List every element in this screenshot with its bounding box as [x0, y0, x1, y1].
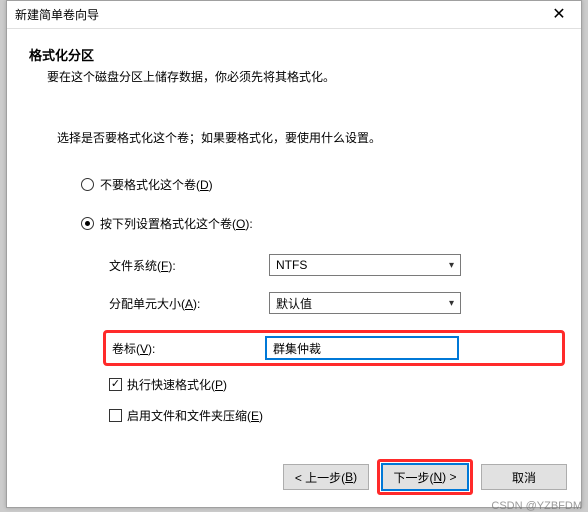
- chevron-down-icon: ▾: [449, 298, 454, 309]
- quick-format-label: 执行快速格式化(P): [127, 376, 227, 393]
- format-settings: 文件系统(F): NTFS ▾ 分配单元大小(A): 默认值 ▾: [109, 254, 559, 424]
- radio-format[interactable]: 按下列设置格式化这个卷(O):: [81, 215, 559, 232]
- chevron-down-icon: ▾: [449, 260, 454, 271]
- filesystem-select[interactable]: NTFS ▾: [269, 254, 461, 276]
- volume-label-value: 群集仲裁: [273, 340, 321, 357]
- window-title: 新建简单卷向导: [15, 6, 99, 23]
- footer-buttons: < 上一步(B) 下一步(N) > 取消: [283, 459, 567, 495]
- radio-icon: [81, 178, 94, 191]
- filesystem-label: 文件系统(F):: [109, 257, 269, 274]
- content-area: 格式化分区 要在这个磁盘分区上储存数据，你必须先将其格式化。 选择是否要格式化这…: [7, 29, 581, 446]
- close-icon[interactable]: ✕: [539, 1, 579, 29]
- wizard-window: 新建简单卷向导 ✕ 格式化分区 要在这个磁盘分区上储存数据，你必须先将其格式化。…: [6, 0, 582, 508]
- alloc-label: 分配单元大小(A):: [109, 295, 269, 312]
- row-filesystem: 文件系统(F): NTFS ▾: [109, 254, 559, 276]
- volume-label-label: 卷标(V):: [106, 340, 266, 357]
- radio-no-format[interactable]: 不要格式化这个卷(D): [81, 176, 559, 193]
- filesystem-value: NTFS: [276, 258, 307, 272]
- alloc-select[interactable]: 默认值 ▾: [269, 292, 461, 314]
- back-button[interactable]: < 上一步(B): [283, 464, 369, 490]
- checkbox-compress[interactable]: 启用文件和文件夹压缩(E): [109, 407, 559, 424]
- row-volume-label-highlight: 卷标(V): 群集仲裁: [103, 330, 565, 366]
- section-title: 格式化分区: [29, 45, 559, 64]
- next-button[interactable]: 下一步(N) >: [382, 464, 468, 490]
- row-alloc: 分配单元大小(A): 默认值 ▾: [109, 292, 559, 314]
- checkbox-icon: [109, 378, 122, 391]
- radio-no-format-label: 不要格式化这个卷(D): [100, 176, 213, 193]
- alloc-value: 默认值: [276, 295, 312, 312]
- titlebar: 新建简单卷向导 ✕: [7, 1, 581, 29]
- instruction-text: 选择是否要格式化这个卷；如果要格式化，要使用什么设置。: [57, 129, 559, 146]
- radio-icon: [81, 217, 94, 230]
- radio-format-label: 按下列设置格式化这个卷(O):: [100, 215, 253, 232]
- options-group: 不要格式化这个卷(D) 按下列设置格式化这个卷(O): 文件系统(F): NTF…: [81, 176, 559, 424]
- checkbox-icon: [109, 409, 122, 422]
- checkbox-quick-format[interactable]: 执行快速格式化(P): [109, 376, 559, 393]
- next-button-highlight: 下一步(N) >: [377, 459, 473, 495]
- watermark: CSDN @YZBFDM: [491, 500, 582, 512]
- volume-label-input[interactable]: 群集仲裁: [266, 337, 458, 359]
- cancel-button[interactable]: 取消: [481, 464, 567, 490]
- section-desc: 要在这个磁盘分区上储存数据，你必须先将其格式化。: [47, 68, 559, 85]
- compress-label: 启用文件和文件夹压缩(E): [127, 407, 263, 424]
